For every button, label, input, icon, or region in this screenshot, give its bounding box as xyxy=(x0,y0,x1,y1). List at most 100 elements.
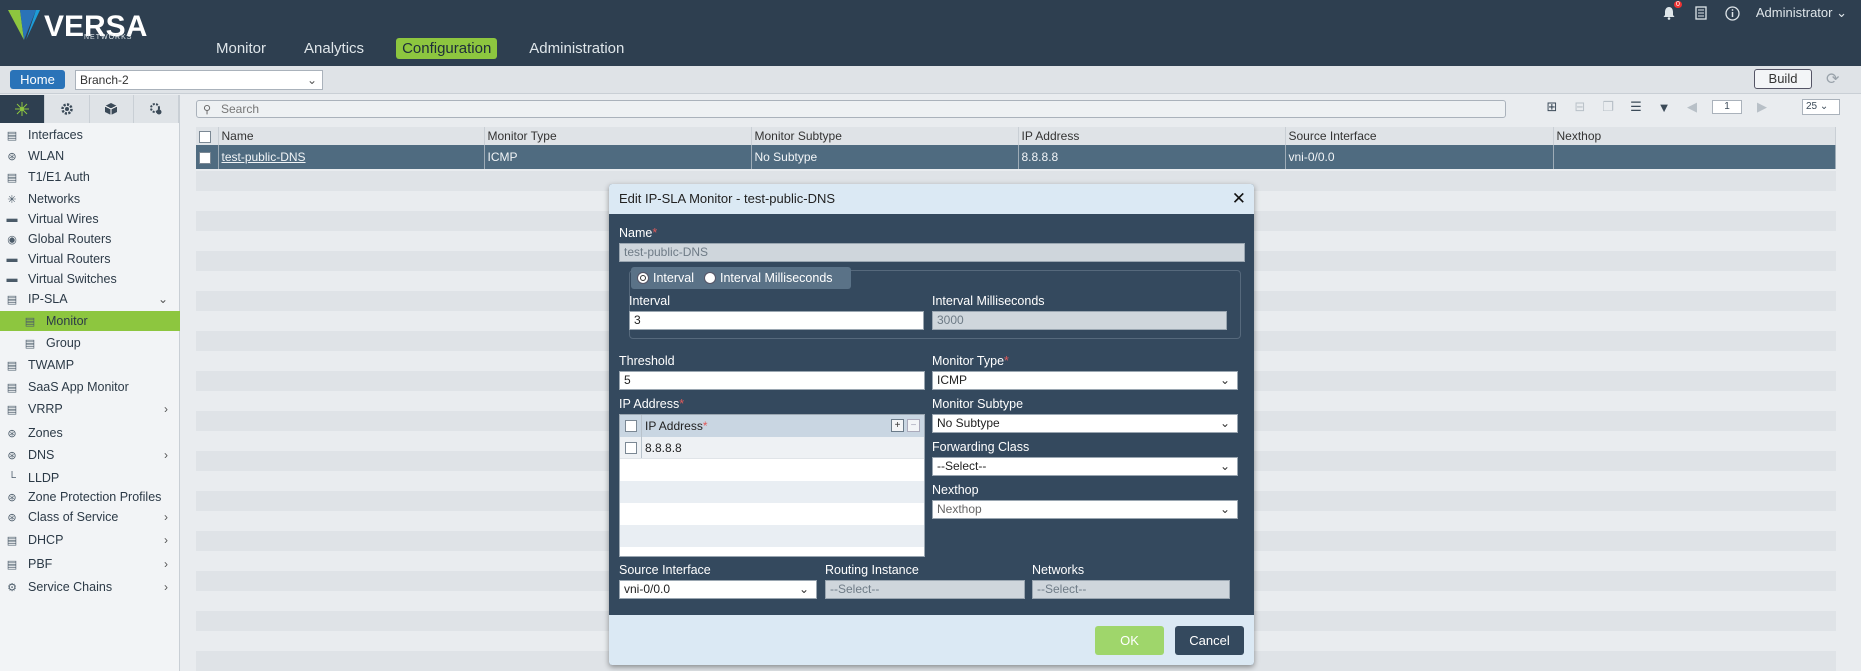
col-monitor-type[interactable]: Monitor Type xyxy=(484,127,752,145)
sidebar-item-networks[interactable]: ✳ Networks xyxy=(0,189,180,209)
next-page-icon[interactable]: ▶ xyxy=(1754,99,1770,115)
table-row[interactable]: test-public-DNS ICMP No Subtype 8.8.8.8 … xyxy=(196,145,1836,169)
source-interface-select[interactable]: vni-0/0.0 ⌄ xyxy=(619,580,817,599)
sidebar-item-monitor[interactable]: ▤ Monitor xyxy=(0,311,180,331)
ok-button[interactable]: OK xyxy=(1095,626,1164,655)
routing-instance-select[interactable]: --Select-- xyxy=(825,580,1025,599)
ip-row-checkbox[interactable] xyxy=(624,441,637,454)
monitor-icon: ▤ xyxy=(24,337,36,350)
info-icon[interactable] xyxy=(1724,4,1742,22)
networking-tab-icon[interactable] xyxy=(0,95,45,123)
ip-empty-row xyxy=(620,481,924,503)
nav-tab-monitor[interactable]: Monitor xyxy=(210,38,272,59)
sidebar-item-pbf[interactable]: ▤ PBF › xyxy=(0,554,180,574)
sidebar-item-zone-protection[interactable]: ⊛ Zone Protection Profiles xyxy=(0,487,180,507)
sidebar-item-virtual-switches[interactable]: ▬ Virtual Switches xyxy=(0,269,180,289)
top-header: VERSA NETWORKS Monitor Analytics Configu… xyxy=(0,0,1861,66)
sidebar-item-dns[interactable]: ⊛ DNS › xyxy=(0,445,180,465)
settings-tab-icon[interactable] xyxy=(44,95,90,123)
table-header-row: Name Monitor Type Monitor Subtype IP Add… xyxy=(196,127,1836,145)
chevron-down-icon: ⌄ xyxy=(1219,416,1230,430)
t1-icon: ▤ xyxy=(6,171,18,184)
nav-tab-administration[interactable]: Administration xyxy=(523,38,630,59)
monitor-subtype-select[interactable]: No Subtype ⌄ xyxy=(932,414,1238,433)
document-icon[interactable] xyxy=(1692,4,1710,22)
bell-icon[interactable]: 0 xyxy=(1660,1,1682,22)
row-source-interface: vni-0/0.0 xyxy=(1285,145,1554,169)
prev-page-icon[interactable]: ◀ xyxy=(1684,99,1700,115)
search-input[interactable]: ⚲ Search xyxy=(196,100,1506,118)
close-icon[interactable]: ✕ xyxy=(1232,184,1246,214)
sidebar-item-vrrp[interactable]: ▤ VRRP › xyxy=(0,399,180,419)
col-source-interface[interactable]: Source Interface xyxy=(1285,127,1554,145)
nav-tab-analytics[interactable]: Analytics xyxy=(298,38,370,59)
objects-tab-icon[interactable] xyxy=(89,95,135,123)
row-name-link[interactable]: test-public-DNS xyxy=(218,145,485,169)
sidebar-item-group[interactable]: ▤ Group xyxy=(0,333,180,353)
router-icon: ▬ xyxy=(6,253,18,265)
sidebar-item-dhcp[interactable]: ▤ DHCP › xyxy=(0,530,180,550)
interval-ms-label: Interval Milliseconds xyxy=(932,294,1045,308)
chevron-right-icon: › xyxy=(164,580,168,594)
sidebar-item-t1e1-auth[interactable]: ▤ T1/E1 Auth xyxy=(0,167,180,187)
pbf-icon: ▤ xyxy=(6,558,18,571)
interval-ms-field[interactable]: 3000 xyxy=(932,311,1227,330)
refresh-icon[interactable]: ⟳ xyxy=(1826,69,1839,89)
threshold-field[interactable]: 5 xyxy=(619,371,925,390)
delete-icon[interactable]: ⊟ xyxy=(1572,99,1588,115)
services-tab-icon[interactable] xyxy=(134,95,179,123)
sidebar-item-wlan[interactable]: ⊛ WLAN xyxy=(0,146,180,166)
chevron-right-icon: › xyxy=(164,448,168,462)
dialog-title: Edit IP-SLA Monitor - test-public-DNS xyxy=(619,191,836,206)
networks-label: Networks xyxy=(1032,563,1085,577)
add-ip-icon[interactable]: + xyxy=(891,419,904,432)
sidebar-item-saas-app-monitor[interactable]: ▤ SaaS App Monitor xyxy=(0,377,180,397)
clone-icon[interactable]: ❐ xyxy=(1600,99,1616,115)
branch-select[interactable]: Branch-2 ⌄ xyxy=(75,70,323,90)
list-item[interactable]: 8.8.8.8 xyxy=(620,437,924,459)
forwarding-class-label: Forwarding Class xyxy=(932,440,1030,454)
sidebar-item-twamp[interactable]: ▤ TWAMP xyxy=(0,355,180,375)
sidebar-item-virtual-routers[interactable]: ▬ Virtual Routers xyxy=(0,249,180,269)
name-field[interactable]: test-public-DNS xyxy=(619,243,1245,262)
versa-logo: VERSA NETWORKS xyxy=(6,4,147,44)
col-name[interactable]: Name xyxy=(218,127,485,145)
filter-icon[interactable]: ▼ xyxy=(1656,99,1672,115)
select-all-checkbox[interactable] xyxy=(199,130,211,143)
monitor-type-select[interactable]: ICMP ⌄ xyxy=(932,371,1238,390)
user-menu[interactable]: Administrator ⌄ xyxy=(1756,5,1847,21)
col-nexthop[interactable]: Nexthop xyxy=(1553,127,1836,145)
page-size-select[interactable]: 25 ⌄ xyxy=(1802,99,1840,115)
networks-select[interactable]: --Select-- xyxy=(1032,580,1230,599)
sidebar-item-zones[interactable]: ⊛ Zones xyxy=(0,423,180,443)
brand-sub: NETWORKS xyxy=(84,34,133,41)
chevron-down-icon: ⌄ xyxy=(1836,5,1847,20)
page-number-input[interactable]: 1 xyxy=(1712,100,1742,114)
col-monitor-subtype[interactable]: Monitor Subtype xyxy=(751,127,1019,145)
build-button[interactable]: Build xyxy=(1754,69,1812,89)
interval-radio[interactable] xyxy=(637,272,649,284)
interval-field[interactable]: 3 xyxy=(629,311,924,330)
ip-address-label: IP Address* xyxy=(619,397,685,411)
home-button[interactable]: Home xyxy=(10,70,65,89)
routing-instance-label: Routing Instance xyxy=(825,563,919,577)
edit-ip-sla-monitor-dialog: Edit IP-SLA Monitor - test-public-DNS ✕ … xyxy=(609,184,1254,665)
remove-ip-icon[interactable]: − xyxy=(907,419,920,432)
interval-ms-radio[interactable] xyxy=(704,272,716,284)
forwarding-class-select[interactable]: --Select-- ⌄ xyxy=(932,457,1238,476)
add-icon[interactable]: ⊞ xyxy=(1544,99,1560,115)
nexthop-select[interactable]: Nexthop ⌄ xyxy=(932,500,1238,519)
row-checkbox[interactable] xyxy=(199,151,211,164)
sidebar-item-lldp[interactable]: └ LLDP xyxy=(0,468,180,488)
sidebar-item-ip-sla[interactable]: ▤ IP-SLA ⌄ xyxy=(0,289,180,309)
sidebar-item-interfaces[interactable]: ▤ Interfaces xyxy=(0,125,180,145)
cancel-button[interactable]: Cancel xyxy=(1175,626,1244,655)
sidebar-item-class-of-service[interactable]: ⊛ Class of Service › xyxy=(0,507,180,527)
sidebar-item-global-routers[interactable]: ◉ Global Routers xyxy=(0,229,180,249)
sidebar-item-service-chains[interactable]: ⚙ Service Chains › xyxy=(0,577,180,597)
ip-select-all-checkbox[interactable] xyxy=(624,420,637,432)
sidebar-item-virtual-wires[interactable]: ▬ Virtual Wires xyxy=(0,209,180,229)
col-ip-address[interactable]: IP Address xyxy=(1018,127,1286,145)
nav-tab-configuration[interactable]: Configuration xyxy=(396,38,498,59)
columns-icon[interactable]: ☰ xyxy=(1628,99,1644,115)
